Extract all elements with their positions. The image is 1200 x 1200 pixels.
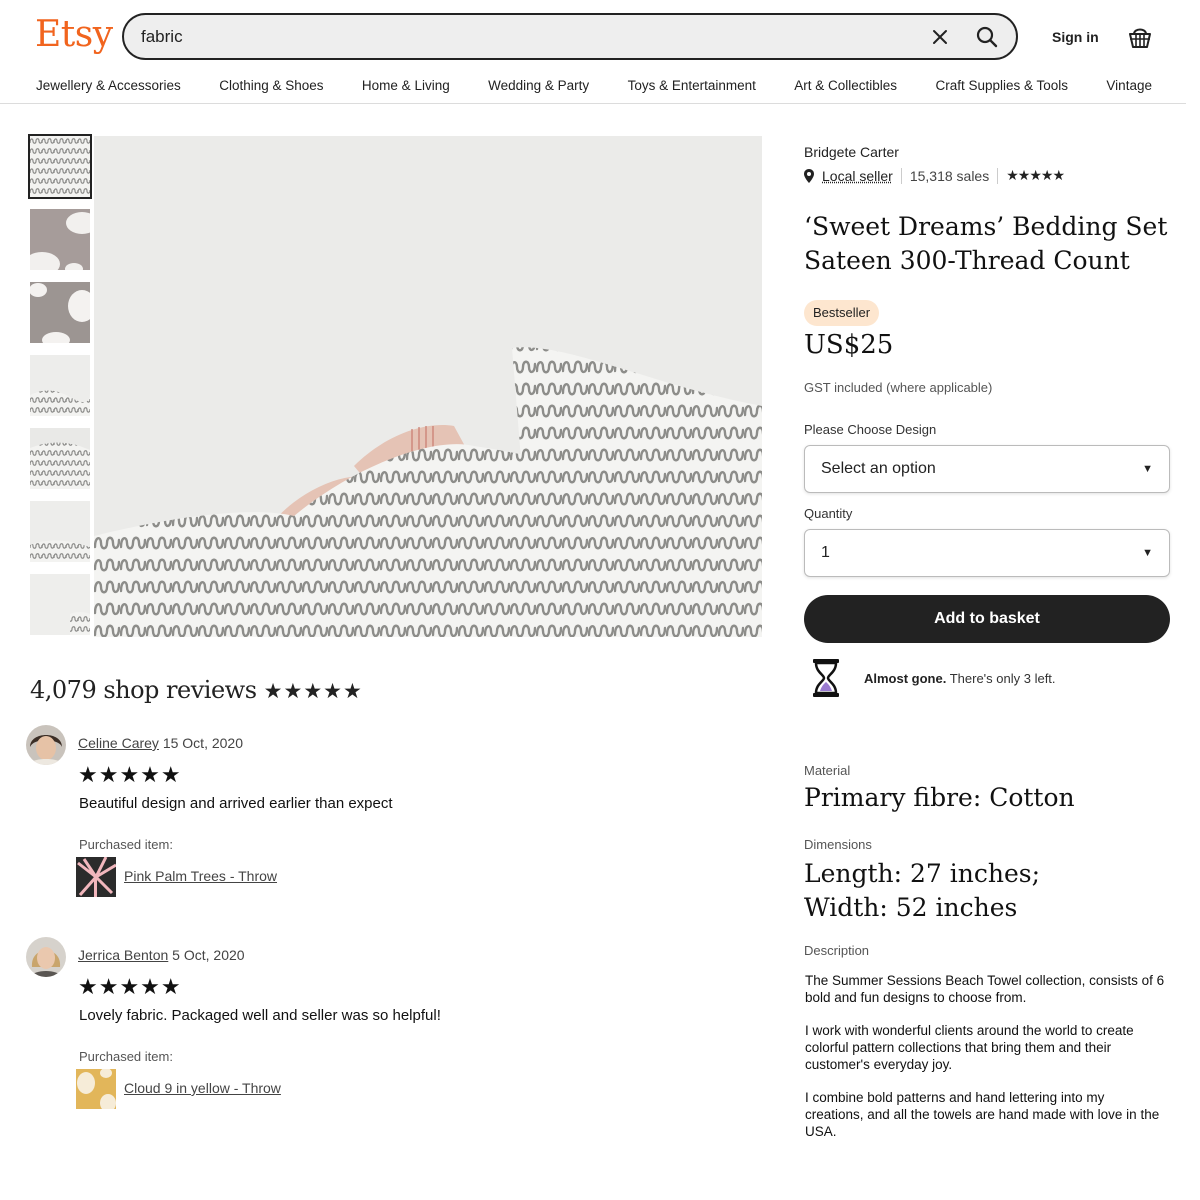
- product-title: ‘Sweet Dreams’ Bedding Set Sateen 300-Th…: [804, 212, 1168, 275]
- bestseller-badge: Bestseller: [804, 300, 880, 326]
- purchased-item-label: Purchased item:: [79, 837, 173, 852]
- nav-jewellery[interactable]: Jewellery & Accessories: [36, 76, 181, 103]
- close-icon: [933, 30, 947, 44]
- seller-rating-stars: ★★★★★: [1006, 167, 1065, 183]
- review-header: Jerrica Benton 5 Oct, 2020: [78, 947, 245, 963]
- nav-wedding[interactable]: Wedding & Party: [488, 76, 589, 103]
- search-icon: [976, 26, 998, 48]
- nav-art[interactable]: Art & Collectibles: [794, 76, 897, 103]
- basket-button[interactable]: [1127, 24, 1153, 50]
- sales-count: 15,318 sales: [909, 167, 990, 184]
- divider: [997, 167, 999, 184]
- thumbnail-3[interactable]: [30, 282, 90, 343]
- nav-craft[interactable]: Craft Supplies & Tools: [935, 76, 1068, 103]
- thumbnail-7[interactable]: [30, 574, 90, 635]
- product-main-image[interactable]: [94, 136, 762, 637]
- review-stars: ★★★★★: [78, 975, 182, 1000]
- hourglass-icon: [813, 659, 839, 697]
- description-label: Description: [804, 943, 870, 958]
- reviewer-name-link[interactable]: Jerrica Benton: [78, 947, 168, 963]
- review-text: Lovely fabric. Packaged well and seller …: [79, 1007, 441, 1024]
- stock-notice: Almost gone. There's only 3 left.: [810, 658, 1056, 698]
- avatar[interactable]: [26, 725, 66, 765]
- sign-in-link[interactable]: Sign in: [1052, 29, 1099, 45]
- quantity-label: Quantity: [804, 506, 853, 521]
- purchased-item-label: Purchased item:: [79, 1049, 173, 1064]
- quantity-select-value: 1: [821, 544, 830, 561]
- description-paragraph: The Summer Sessions Beach Towel collecti…: [805, 973, 1165, 1005]
- thumbnail-4[interactable]: [30, 355, 90, 416]
- purchased-item-link[interactable]: Cloud 9 in yellow - Throw: [124, 1080, 281, 1096]
- reviewer-name-link[interactable]: Celine Carey: [78, 735, 159, 751]
- stock-count-text: There's only 3 left.: [946, 670, 1056, 686]
- caret-down-icon: ▼: [1142, 547, 1153, 559]
- dimensions-length: Length: 27 inches;: [804, 859, 1041, 888]
- review-text: Beautiful design and arrived earlier tha…: [79, 795, 393, 812]
- thumbnail-list: [28, 134, 92, 647]
- gst-note: GST included (where applicable): [804, 380, 993, 395]
- category-nav: Jewellery & Accessories Clothing & Shoes…: [0, 76, 1186, 104]
- purchased-item-thumbnail[interactable]: [76, 1069, 116, 1109]
- review-date: 5 Oct, 2020: [172, 947, 245, 963]
- thumbnail-6[interactable]: [30, 501, 90, 562]
- search-bar[interactable]: [122, 13, 1018, 60]
- thumbnail-2[interactable]: [30, 209, 90, 270]
- nav-home-living[interactable]: Home & Living: [362, 76, 450, 103]
- nav-clothing[interactable]: Clothing & Shoes: [219, 76, 323, 103]
- reviews-stars: ★★★★★: [263, 679, 363, 703]
- thumbnail-5[interactable]: [30, 428, 90, 489]
- local-seller-link[interactable]: Local seller: [822, 168, 893, 184]
- location-pin-icon: [804, 168, 814, 183]
- dimensions-width: Width: 52 inches: [804, 893, 1018, 922]
- etsy-logo[interactable]: Etsy: [35, 14, 113, 55]
- avatar[interactable]: [26, 937, 66, 977]
- shop-reviews-heading: 4,079 shop reviews ★★★★★: [30, 676, 363, 704]
- review-header: Celine Carey 15 Oct, 2020: [78, 735, 243, 751]
- seller-info-row: Local seller 15,318 sales ★★★★★: [804, 167, 1065, 184]
- review-stars: ★★★★★: [78, 763, 182, 788]
- basket-icon: [1129, 28, 1151, 48]
- reviews-count: 4,079 shop reviews: [30, 676, 257, 704]
- review-date: 15 Oct, 2020: [162, 735, 243, 751]
- design-select[interactable]: Select an option ▼: [804, 445, 1170, 493]
- nav-vintage[interactable]: Vintage: [1106, 76, 1152, 103]
- purchased-item-thumbnail[interactable]: [76, 857, 116, 897]
- description-paragraph: I combine bold patterns and hand letteri…: [805, 1090, 1160, 1139]
- product-price: US$25: [804, 330, 894, 360]
- search-button[interactable]: [972, 22, 1002, 52]
- description-paragraph: I work with wonderful clients around the…: [805, 1023, 1134, 1072]
- quantity-select[interactable]: 1 ▼: [804, 529, 1170, 577]
- almost-gone-label: Almost gone.: [864, 670, 947, 686]
- search-input[interactable]: [141, 26, 901, 47]
- caret-down-icon: ▼: [1142, 463, 1153, 475]
- design-label: Please Choose Design: [804, 422, 937, 437]
- purchased-item-link[interactable]: Pink Palm Trees - Throw: [124, 868, 277, 884]
- add-to-basket-button[interactable]: Add to basket: [804, 595, 1170, 643]
- clear-search-button[interactable]: [927, 24, 953, 50]
- divider: [900, 167, 902, 184]
- description-body: The Summer Sessions Beach Towel collecti…: [805, 972, 1165, 1156]
- thumbnail-1[interactable]: [28, 134, 92, 199]
- nav-toys[interactable]: Toys & Entertainment: [628, 76, 756, 103]
- design-select-value: Select an option: [821, 460, 936, 477]
- seller-name[interactable]: Bridgete Carter: [804, 144, 899, 160]
- dimensions-label: Dimensions: [804, 837, 872, 852]
- material-label: Material: [804, 763, 851, 778]
- material-value: Primary fibre: Cotton: [804, 783, 1075, 812]
